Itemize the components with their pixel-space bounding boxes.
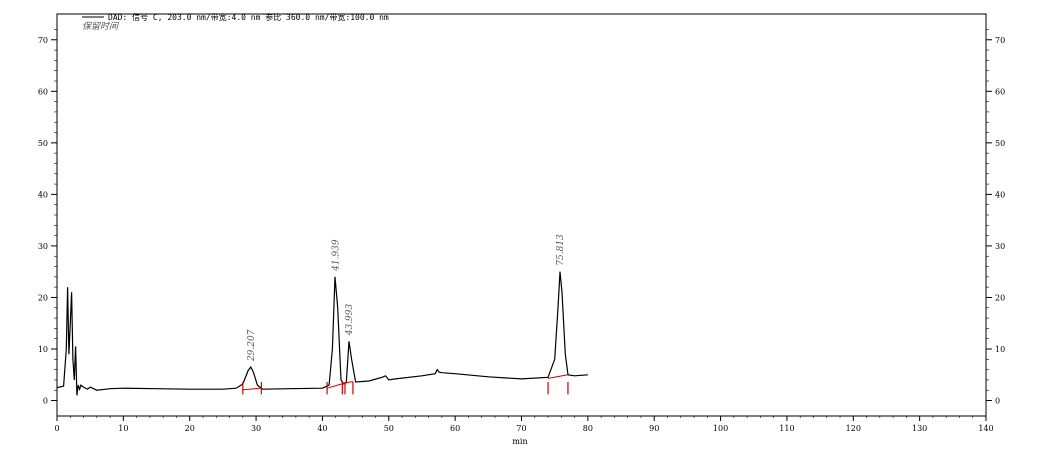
- y-tick-label-right: 0: [995, 397, 1000, 406]
- peak-label: 29.207: [247, 329, 257, 362]
- legend-signal-text: DAD: 信号 C, 203.0 nm/带宽:4.0 nm 参比 360.0 n…: [108, 12, 389, 22]
- y-tick-label-left: 30: [38, 242, 48, 251]
- peak-label: 75.813: [556, 234, 566, 266]
- legend-subtitle-text: 保留时间: [82, 21, 119, 32]
- integration-baseline: [242, 387, 262, 391]
- x-tick-label: 130: [912, 424, 927, 433]
- y-tick-label-right: 70: [995, 36, 1005, 45]
- x-tick-label: 120: [846, 424, 861, 433]
- peak-label: 41.939: [331, 239, 341, 272]
- x-axis-label: min: [512, 437, 527, 446]
- y-tick-label-right: 10: [995, 345, 1005, 354]
- integration-baseline: [547, 374, 569, 379]
- x-tick-label: 50: [384, 424, 394, 433]
- y-tick-label-left: 0: [43, 397, 48, 406]
- x-tick-label: 90: [649, 424, 659, 433]
- y-tick-label-right: 20: [995, 293, 1005, 302]
- y-tick-label-left: 50: [38, 139, 48, 148]
- x-tick-label: 70: [516, 424, 526, 433]
- chart-canvas: 0 10 20 30 40 50 60 70 80 90 100 110 120 130 140 0 0 10 10…: [38, 12, 1005, 446]
- y-tick-label-right: 50: [995, 139, 1005, 148]
- y-tick-label-right: 60: [995, 87, 1005, 96]
- x-tick-label: 80: [583, 424, 593, 433]
- peak-label: 43.993: [345, 304, 355, 337]
- y-tick-label-left: 40: [38, 190, 48, 199]
- x-tick-label: 60: [450, 424, 460, 433]
- x-tick-label: 10: [118, 424, 128, 433]
- y-tick-label-left: 70: [38, 36, 48, 45]
- y-tick-label-left: 20: [38, 293, 48, 302]
- x-tick-label: 20: [185, 424, 195, 433]
- y-tick-label-left: 60: [38, 87, 48, 96]
- y-tick-label-right: 40: [995, 190, 1005, 199]
- chromatogram-chart: 0 10 20 30 40 50 60 70 80 90 100 110 120 130 140 0 0 10 10…: [0, 0, 1046, 446]
- x-tick-label: 0: [54, 424, 59, 433]
- x-tick-label: 30: [251, 424, 261, 433]
- series-line-0: [56, 271, 588, 396]
- x-tick-label: 140: [978, 424, 993, 433]
- x-tick-label: 40: [317, 424, 327, 433]
- x-tick-label: 100: [713, 424, 728, 433]
- x-tick-label: 110: [779, 424, 794, 433]
- y-tick-label-right: 30: [995, 242, 1005, 251]
- y-tick-label-left: 10: [38, 345, 48, 354]
- plot-frame: [56, 13, 987, 417]
